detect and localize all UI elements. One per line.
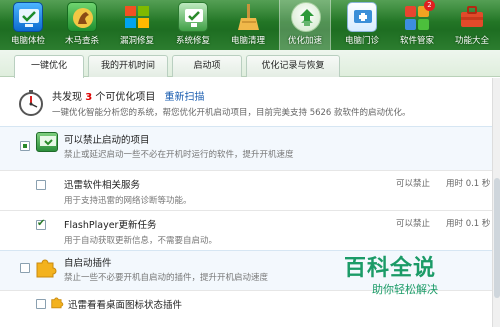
toolbar-item-clinic[interactable]: 电脑门诊 [336, 0, 388, 50]
toolbar-item-label: 软件管家 [399, 36, 434, 46]
section-disable-startup: 可以禁止启动的项目 禁止或延迟启动一些不必在开机时运行的软件，提升开机速度 [0, 126, 500, 170]
summary-title: 共发现 3 个可优化项目 重新扫描 [52, 88, 205, 103]
horse-icon [67, 2, 97, 32]
scrollbar-thumb[interactable] [494, 178, 500, 298]
system-repair-icon [178, 2, 208, 32]
stopwatch-icon [16, 88, 46, 118]
main-toolbar: 电脑体检 木马查杀 漏洞修复 系统修复 电脑清理 优化加速 电脑门诊 2 软件管… [0, 0, 500, 50]
toolbar-item-cleanup[interactable]: 电脑清理 [222, 0, 274, 50]
item-checkbox[interactable] [36, 218, 46, 230]
list-item: FlashPlayer更新任务 用于自动获取更新信息，不需要自启动。 可以禁止 … [0, 210, 500, 250]
item-status: 可以禁止 [396, 179, 431, 189]
windows-icon [122, 2, 152, 32]
item-name: FlashPlayer更新任务 [64, 220, 157, 231]
toolbar-item-features[interactable]: 功能大全 [446, 0, 498, 50]
section-checkbox[interactable] [20, 141, 30, 151]
section-title: 可以禁止启动的项目 [64, 135, 150, 146]
scrollbar[interactable] [492, 78, 500, 327]
item-status: 可以禁止 [396, 219, 431, 229]
toolbox-icon [457, 2, 487, 32]
toolbar-item-label: 电脑清理 [230, 36, 265, 46]
rocket-icon [291, 2, 321, 32]
toolbar-item-health-check[interactable]: 电脑体检 [2, 0, 54, 50]
item-name: 迅雷软件相关服务 [64, 180, 141, 191]
item-time: 用时 0.1 秒 [446, 179, 491, 189]
toolbar-item-vuln-fix[interactable]: 漏洞修复 [111, 0, 163, 50]
toolbar-item-label: 电脑体检 [10, 36, 45, 46]
toolbar-item-label: 电脑门诊 [344, 36, 379, 46]
tab-optimize-history[interactable]: 优化记录与恢复 [246, 55, 340, 77]
toolbar-item-software-manager[interactable]: 2 软件管家 [391, 0, 443, 50]
section-description: 禁止一些不必要开机自启动的插件，提升开机启动速度 [64, 273, 269, 283]
toolbar-item-optimize[interactable]: 优化加速 [279, 0, 331, 50]
section-description: 禁止或延迟启动一些不必在开机时运行的软件，提升开机速度 [64, 150, 294, 160]
toolbar-item-label: 漏洞修复 [119, 36, 154, 46]
watermark-subtitle: 助你轻松解决 [372, 283, 438, 296]
tab-my-boot-time[interactable]: 我的开机时间 [88, 55, 168, 77]
puzzle-icon [50, 295, 64, 309]
list-item: 迅雷软件相关服务 用于支持迅雷的网络诊断等功能。 可以禁止 用时 0.1 秒 [0, 170, 500, 210]
tab-bar: 一键优化 我的开机时间 启动项 优化记录与恢复 [0, 50, 500, 78]
watermark-title: 百科全说 [344, 256, 437, 281]
puzzle-icon [34, 255, 58, 279]
item-name: 迅雷看看桌面图标状态插件 [68, 300, 183, 311]
rescan-link[interactable]: 重新扫描 [165, 92, 205, 103]
toolbar-item-label: 功能大全 [454, 36, 489, 46]
toolbar-item-label: 优化加速 [287, 36, 322, 46]
broom-icon [233, 2, 263, 32]
item-time: 用时 0.1 秒 [446, 219, 491, 229]
section-title: 自启动插件 [64, 258, 112, 269]
toolbar-item-label: 木马查杀 [64, 36, 99, 46]
item-checkbox[interactable] [36, 180, 46, 190]
optimizable-count: 3 [85, 92, 93, 103]
section-checkbox[interactable] [20, 263, 30, 273]
item-checkbox[interactable] [36, 299, 46, 309]
update-count-badge: 2 [424, 0, 435, 11]
toolbar-item-label: 系统修复 [175, 36, 210, 46]
tab-startup-items[interactable]: 启动项 [172, 55, 242, 77]
monitor-check-icon [13, 2, 43, 32]
toolbar-item-trojan-scan[interactable]: 木马查杀 [56, 0, 108, 50]
tab-one-click-optimize[interactable]: 一键优化 [14, 55, 84, 78]
watermark: 百科全说 助你轻松解决 [344, 250, 464, 302]
summary-description: 一键优化智能分析您的系统，帮您优化开机启动项目，目前完美支持 5626 款软件的… [52, 108, 411, 118]
summary-title-prefix: 共发现 [52, 92, 82, 103]
clinic-icon [347, 2, 377, 32]
summary-panel: 共发现 3 个可优化项目 重新扫描 一键优化智能分析您的系统，帮您优化开机启动项… [0, 78, 500, 126]
item-description: 用于自动获取更新信息，不需要自启动。 [64, 236, 218, 246]
summary-title-suffix: 个可优化项目 [95, 92, 156, 103]
startup-window-icon [36, 132, 58, 152]
toolbar-item-system-repair[interactable]: 系统修复 [167, 0, 219, 50]
item-description: 用于支持迅雷的网络诊断等功能。 [64, 196, 192, 206]
